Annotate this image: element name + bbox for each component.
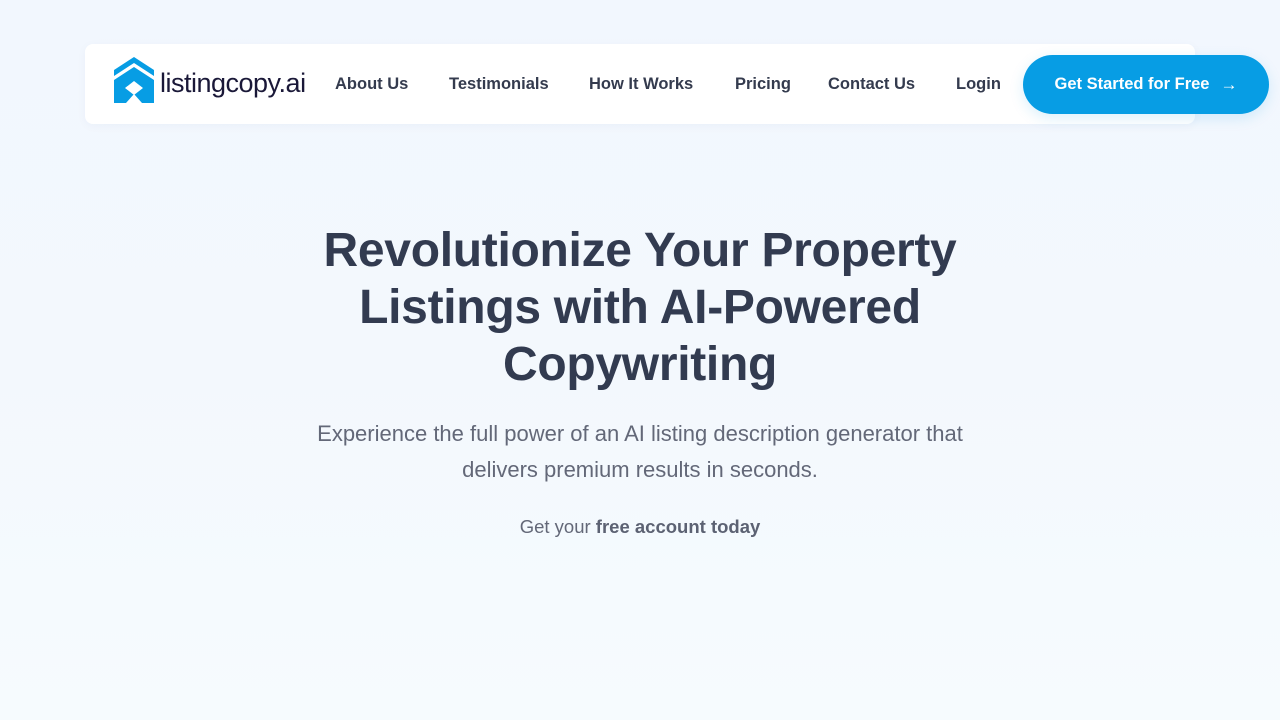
hero-subtitle: Experience the full power of an AI listi… [317,421,963,482]
nav-about-us[interactable]: About Us [335,72,408,96]
get-started-button[interactable]: Get Started for Free → [1023,55,1269,114]
nav-how-it-works[interactable]: How It Works [589,72,693,96]
nav-testimonials[interactable]: Testimonials [449,72,549,96]
free-account-link[interactable]: free account today [596,516,761,537]
nav-login[interactable]: Login [956,72,1001,96]
nav-contact-us[interactable]: Contact Us [828,72,915,96]
hero-note: Get your free account today [340,514,940,540]
nav-pricing[interactable]: Pricing [735,72,791,96]
hero-title: Revolutionize Your Property Listings wit… [323,224,957,391]
hero-note-prefix: Get your [519,516,596,537]
arrow-right-icon: → [1220,74,1238,94]
get-started-label: Get Started for Free [1054,75,1210,93]
